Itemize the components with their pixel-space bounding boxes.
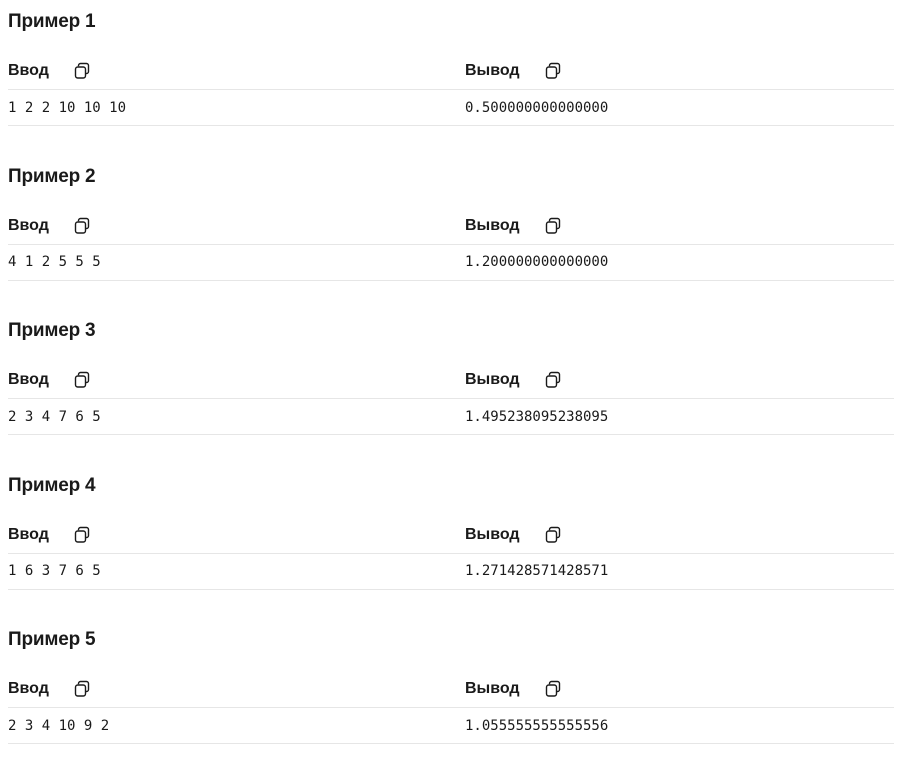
- copy-icon[interactable]: [544, 526, 562, 544]
- input-column: Ввод 1 6 3 7 6 5: [8, 517, 465, 598]
- example-5: Пример 5 Ввод 2 3 4 10 9 2 Вывод 1.05555…: [8, 618, 894, 773]
- output-header: Вывод: [465, 53, 894, 90]
- copy-icon[interactable]: [544, 680, 562, 698]
- output-column: Вывод 1.495238095238095: [465, 362, 894, 443]
- example-title: Пример 4: [8, 474, 96, 496]
- output-header: Вывод: [465, 208, 894, 245]
- output-label: Вывод: [465, 216, 520, 234]
- input-column: Ввод 2 3 4 10 9 2: [8, 671, 465, 752]
- example-4: Пример 4 Ввод 1 6 3 7 6 5 Вывод 1.271428…: [8, 464, 894, 619]
- output-label: Вывод: [465, 680, 520, 697]
- example-io: Ввод 1 2 2 10 10 10 Вывод 0.500000000000…: [8, 53, 894, 134]
- example-title: Пример 5: [8, 629, 96, 650]
- copy-icon[interactable]: [73, 217, 91, 235]
- input-value[interactable]: 1 6 3 7 6 5: [8, 554, 465, 590]
- output-value[interactable]: 1.495238095238095: [465, 399, 894, 435]
- output-label: Вывод: [465, 525, 520, 543]
- input-column: Ввод 4 1 2 5 5 5: [8, 208, 465, 289]
- input-column: Ввод 1 2 2 10 10 10: [8, 53, 465, 134]
- output-column: Вывод 1.271428571428571: [465, 517, 894, 598]
- copy-icon[interactable]: [73, 526, 91, 544]
- input-label: Ввод: [8, 525, 49, 543]
- output-header: Вывод: [465, 671, 894, 708]
- copy-icon[interactable]: [544, 371, 562, 389]
- output-label: Вывод: [465, 371, 520, 388]
- example-title: Пример 2: [8, 165, 96, 187]
- input-label: Ввод: [8, 62, 49, 79]
- output-value[interactable]: 1.200000000000000: [465, 245, 894, 281]
- output-label: Вывод: [465, 62, 520, 79]
- example-2: Пример 2 Ввод 4 1 2 5 5 5 Вывод 1.200000…: [8, 155, 894, 310]
- example-io: Ввод 2 3 4 10 9 2 Вывод 1.05555555555555…: [8, 671, 894, 752]
- input-header: Ввод: [8, 362, 465, 399]
- input-label: Ввод: [8, 371, 49, 388]
- input-header: Ввод: [8, 671, 465, 708]
- copy-icon[interactable]: [73, 62, 91, 80]
- example-io: Ввод 1 6 3 7 6 5 Вывод 1.271428571428571: [8, 517, 894, 598]
- examples-list: Пример 1 Ввод 1 2 2 10 10 10 Вывод 0.500…: [0, 0, 894, 773]
- copy-icon[interactable]: [544, 217, 562, 235]
- output-column: Вывод 0.500000000000000: [465, 53, 894, 134]
- output-value[interactable]: 1.055555555555556: [465, 708, 894, 744]
- input-header: Ввод: [8, 517, 465, 554]
- copy-icon[interactable]: [544, 62, 562, 80]
- input-value[interactable]: 4 1 2 5 5 5: [8, 245, 465, 281]
- example-io: Ввод 4 1 2 5 5 5 Вывод 1.200000000000000: [8, 208, 894, 289]
- example-3: Пример 3 Ввод 2 3 4 7 6 5 Вывод 1.495238…: [8, 309, 894, 464]
- output-column: Вывод 1.200000000000000: [465, 208, 894, 289]
- output-value[interactable]: 1.271428571428571: [465, 554, 894, 590]
- input-value[interactable]: 1 2 2 10 10 10: [8, 90, 465, 126]
- example-1: Пример 1 Ввод 1 2 2 10 10 10 Вывод 0.500…: [8, 0, 894, 155]
- output-header: Вывод: [465, 362, 894, 399]
- input-header: Ввод: [8, 208, 465, 245]
- output-column: Вывод 1.055555555555556: [465, 671, 894, 752]
- input-column: Ввод 2 3 4 7 6 5: [8, 362, 465, 443]
- input-label: Ввод: [8, 216, 49, 234]
- input-value[interactable]: 2 3 4 10 9 2: [8, 708, 465, 744]
- output-header: Вывод: [465, 517, 894, 554]
- example-io: Ввод 2 3 4 7 6 5 Вывод 1.495238095238095: [8, 362, 894, 443]
- output-value[interactable]: 0.500000000000000: [465, 90, 894, 126]
- copy-icon[interactable]: [73, 371, 91, 389]
- input-label: Ввод: [8, 680, 49, 697]
- example-title: Пример 1: [8, 11, 96, 32]
- example-title: Пример 3: [8, 320, 96, 341]
- copy-icon[interactable]: [73, 680, 91, 698]
- input-value[interactable]: 2 3 4 7 6 5: [8, 399, 465, 435]
- input-header: Ввод: [8, 53, 465, 90]
